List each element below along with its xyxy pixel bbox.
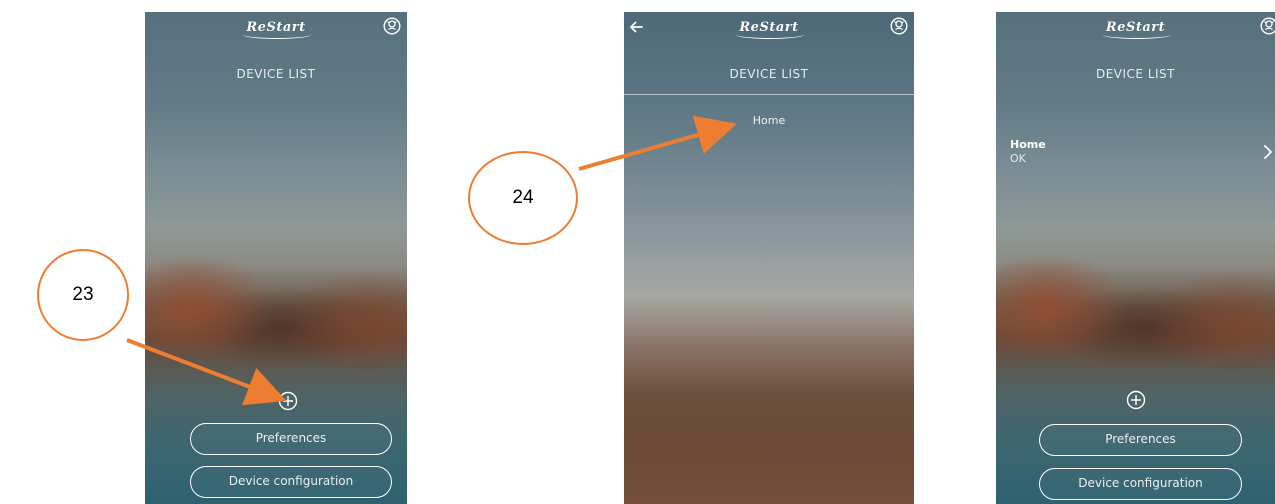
callout-step-24: 24 [468,151,578,245]
callout-step-23: 23 [37,249,129,341]
arrow-to-add-button [126,338,287,406]
callout-number: 23 [72,284,94,305]
annotation-arrows [126,115,737,406]
callout-number: 24 [512,187,534,208]
arrow-to-home-item [578,115,737,171]
